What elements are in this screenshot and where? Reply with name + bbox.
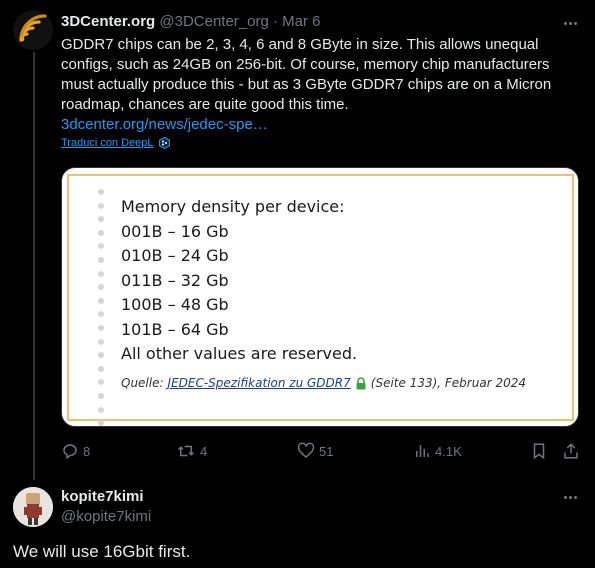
media-line: 100B – 48 Gb	[121, 295, 229, 314]
source-suffix: (Seite 133), Februar 2024	[370, 376, 526, 390]
bookmark-icon	[533, 443, 545, 460]
avatar-kopite7kimi[interactable]	[13, 487, 53, 527]
media-bullet-column	[98, 189, 104, 426]
media-line-heading: Memory density per device:	[121, 197, 345, 216]
tweet2-author-name[interactable]: kopite7kimi	[61, 488, 144, 505]
media-line: 001B – 16 Gb	[121, 221, 229, 241]
tweet1-separator: ·	[273, 13, 278, 30]
lock-icon	[356, 376, 366, 389]
heart-icon	[297, 442, 315, 458]
3dcenter-logo-icon	[13, 10, 53, 50]
media-line: 101B – 64 Gb	[121, 319, 229, 339]
source-prefix: Quelle:	[121, 376, 164, 390]
bookmark-button[interactable]	[530, 442, 548, 460]
repost-icon	[177, 445, 195, 457]
tweet1-media-image[interactable]: Memory density per device: 001B – 16 Gb …	[61, 167, 579, 427]
media-source-line: Quelle: JEDEC-Spezifikation zu GDDR7 (Se…	[121, 376, 526, 390]
reply-count: 8	[83, 443, 91, 459]
share-button[interactable]	[562, 442, 580, 460]
tweet1-header: 3DCenter.org @3DCenter_org · Mar 6	[61, 13, 321, 31]
translate-button[interactable]: Traduci con DeepL	[61, 137, 170, 149]
tweet1-action-bar: 8 4 51 4.1K	[0, 442, 595, 462]
memory-density-list: Memory density per device: 001B – 16 Gb …	[121, 195, 357, 367]
views-count: 4.1K	[435, 443, 462, 459]
tweet1-date[interactable]: Mar 6	[282, 13, 320, 30]
deepl-logo-icon	[158, 137, 170, 149]
like-count: 51	[319, 443, 334, 459]
tweet1-link[interactable]: 3dcenter.org/news/jedec-spe…	[61, 115, 581, 135]
source-link: JEDEC-Spezifikation zu GDDR7	[167, 376, 351, 390]
media-line: All other values are reserved.	[121, 344, 358, 363]
tweet1-more-button[interactable]	[559, 16, 581, 30]
tweet1-body: GDDR7 chips can be 2, 3, 4, 6 and 8 GByt…	[61, 35, 581, 135]
media-line: 011B – 32 Gb	[121, 270, 229, 290]
tweet2-more-button[interactable]	[559, 490, 581, 504]
tweet1-author-name[interactable]: 3DCenter.org	[61, 13, 155, 30]
tweet1-text: GDDR7 chips can be 2, 3, 4, 6 and 8 GByt…	[61, 36, 552, 113]
tweet2-author-handle[interactable]: @kopite7kimi	[61, 508, 151, 525]
more-horizontal-icon	[563, 495, 567, 499]
reply-button[interactable]: 8	[61, 442, 90, 460]
like-button[interactable]: 51	[297, 442, 333, 460]
repost-button[interactable]: 4	[176, 442, 207, 460]
thread-connector-line	[33, 52, 35, 480]
more-horizontal-icon	[563, 21, 567, 25]
kopite7kimi-avatar-icon	[13, 487, 53, 527]
avatar-3dcenter[interactable]	[13, 10, 53, 50]
translate-label: Traduci con DeepL	[61, 137, 154, 149]
repost-count: 4	[200, 443, 208, 459]
media-line: 010B – 24 Gb	[121, 246, 229, 265]
reply-icon	[63, 444, 77, 460]
views-bar-chart-icon	[416, 445, 429, 457]
tweet1-author-handle[interactable]: @3DCenter_org	[159, 13, 268, 30]
views-button[interactable]: 4.1K	[413, 442, 462, 460]
tweet2-text: We will use 16Gbit first.	[13, 542, 191, 561]
share-icon	[564, 443, 578, 459]
